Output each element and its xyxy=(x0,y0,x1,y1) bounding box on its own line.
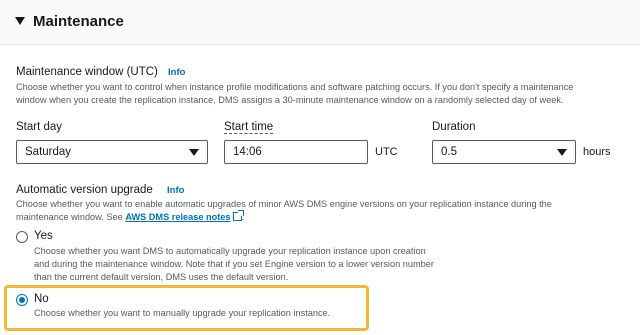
start-day-label: Start day xyxy=(16,121,63,133)
chevron-down-icon xyxy=(557,149,567,156)
start-time-label-text[interactable]: Start time xyxy=(224,121,274,134)
start-time-unit: UTC xyxy=(375,146,398,158)
start-time-input[interactable]: 14:06 xyxy=(224,140,368,164)
release-notes-link[interactable]: AWS DMS release notes xyxy=(125,212,230,222)
duration-label: Duration xyxy=(432,121,476,133)
section-header[interactable]: Maintenance xyxy=(0,0,640,45)
maintenance-window-label: Maintenance window (UTC) xyxy=(16,66,158,78)
start-time-value: 14:06 xyxy=(233,146,262,158)
radio-no-label[interactable]: No xyxy=(34,292,49,307)
radio-yes[interactable] xyxy=(16,231,28,243)
radio-no-description: Choose whether you want to manually upgr… xyxy=(34,307,364,320)
radio-no-desc-line1: Choose whether you want to manually upgr… xyxy=(34,308,331,318)
maintenance-window-desc-line1: Choose whether you want to control when … xyxy=(16,82,574,92)
chevron-down-icon xyxy=(189,149,199,156)
maintenance-window-info-link[interactable]: Info xyxy=(168,65,185,80)
auto-upgrade-desc-line1: Choose whether you want to enable automa… xyxy=(16,199,552,209)
caret-down-icon[interactable] xyxy=(15,17,25,25)
start-time-label: Start time xyxy=(224,120,274,135)
duration-select[interactable]: 0.5 xyxy=(432,140,576,164)
external-link-icon[interactable] xyxy=(232,210,244,221)
radio-yes-description: Choose whether you want DMS to automatic… xyxy=(34,245,634,284)
radio-yes-desc-line1: Choose whether you want DMS to automatic… xyxy=(34,246,426,256)
radio-yes-label[interactable]: Yes xyxy=(34,229,53,244)
maintenance-window-description: Choose whether you want to control when … xyxy=(16,81,636,107)
radio-yes-desc-line2: and during the maintenance window. Note … xyxy=(34,259,434,269)
auto-upgrade-info-link[interactable]: Info xyxy=(167,183,184,198)
radio-yes-desc-line3: than the current default version, DMS us… xyxy=(34,272,289,282)
start-day-select[interactable]: Saturday xyxy=(16,140,208,164)
auto-upgrade-desc-prefix: maintenance window. See xyxy=(16,212,126,222)
section-title: Maintenance xyxy=(33,13,124,30)
auto-upgrade-desc-line2: maintenance window. See AWS DMS release … xyxy=(16,210,636,224)
radio-no[interactable] xyxy=(16,294,28,306)
auto-upgrade-description: Choose whether you want to enable automa… xyxy=(16,198,636,224)
start-day-value: Saturday xyxy=(25,146,72,158)
maintenance-window-desc-line2: window when you create the replication i… xyxy=(16,95,564,105)
duration-unit: hours xyxy=(583,146,611,158)
duration-value: 0.5 xyxy=(441,146,457,158)
auto-upgrade-label: Automatic version upgrade xyxy=(16,184,153,196)
